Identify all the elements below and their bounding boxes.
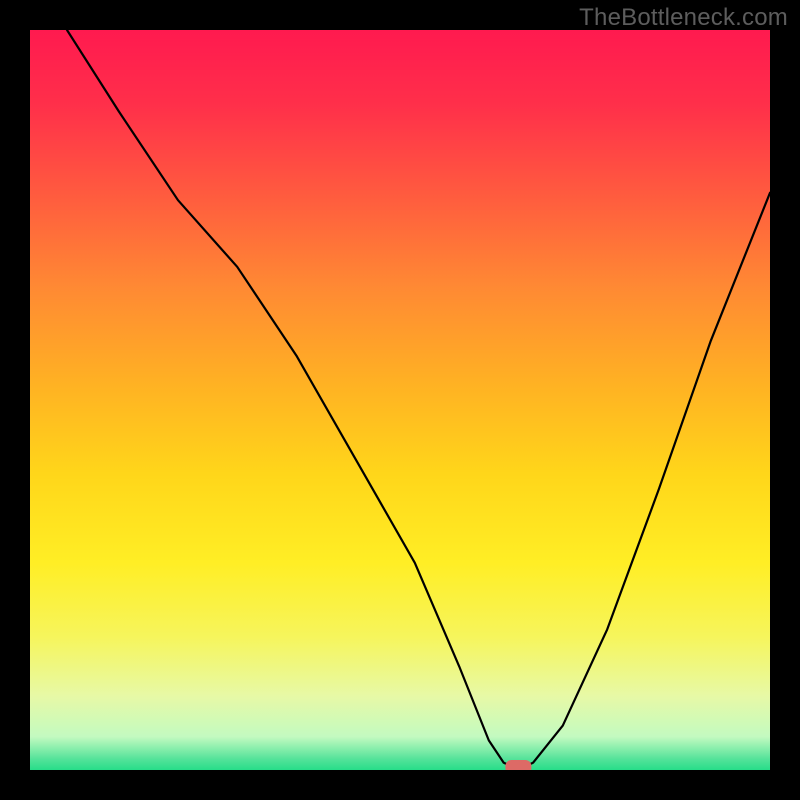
watermark-text: TheBottleneck.com — [579, 4, 788, 32]
plot-area — [30, 30, 770, 770]
optimal-marker — [505, 760, 531, 770]
chart-frame: TheBottleneck.com — [0, 0, 800, 800]
gradient-background — [30, 30, 770, 770]
chart-svg — [30, 30, 770, 770]
